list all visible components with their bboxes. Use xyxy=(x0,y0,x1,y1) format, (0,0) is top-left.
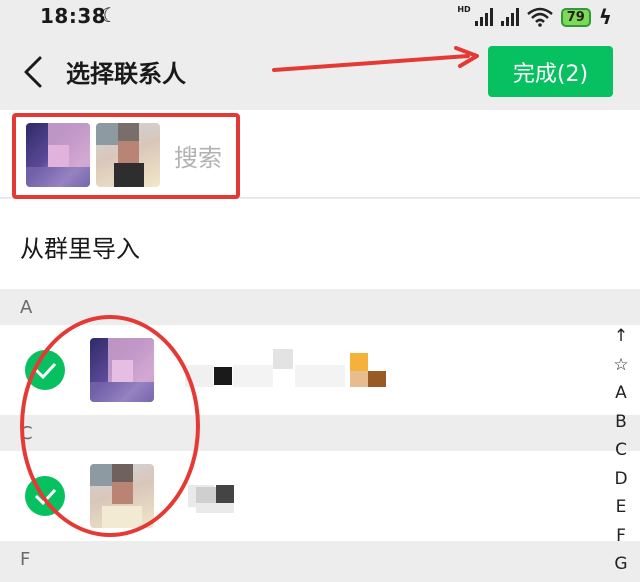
annotation-circle xyxy=(20,315,200,537)
back-icon[interactable] xyxy=(20,54,48,90)
battery-level: 79 xyxy=(566,9,585,25)
annotation-box xyxy=(12,113,240,199)
signal-icon xyxy=(474,8,493,26)
wifi-icon xyxy=(526,7,553,27)
signal-icon-2 xyxy=(500,8,519,26)
section-label: F xyxy=(20,549,31,570)
page-title: 选择联系人 xyxy=(66,60,186,88)
index-g[interactable]: G xyxy=(606,554,636,582)
index-top-icon[interactable]: ↑ xyxy=(606,326,636,355)
status-time: 18:38 xyxy=(40,4,107,28)
battery-icon: 79 xyxy=(560,7,591,27)
annotation-arrow xyxy=(272,46,479,72)
index-e[interactable]: E xyxy=(606,497,636,526)
index-star-icon[interactable]: ☆ xyxy=(606,355,636,384)
alphabet-index[interactable]: ↑ ☆ A B C D E F G xyxy=(606,326,636,582)
nav-bar: 选择联系人 完成(2) xyxy=(0,34,640,110)
status-icons: HD 79 ϟ xyxy=(457,4,612,30)
import-from-group[interactable]: 从群里导入 xyxy=(0,199,640,289)
charging-icon: ϟ xyxy=(598,5,612,29)
index-a[interactable]: A xyxy=(606,383,636,412)
done-button[interactable]: 完成(2) xyxy=(488,46,613,97)
moon-icon: ☾ xyxy=(100,3,118,27)
section-header-f: F xyxy=(0,541,640,582)
status-bar: 18:38 ☾ HD 79 ϟ xyxy=(0,0,640,34)
index-b[interactable]: B xyxy=(606,412,636,441)
index-f[interactable]: F xyxy=(606,526,636,555)
index-c[interactable]: C xyxy=(606,440,636,469)
index-d[interactable]: D xyxy=(606,469,636,498)
hd-label: HD xyxy=(457,4,471,14)
import-label: 从群里导入 xyxy=(20,235,140,263)
section-label: A xyxy=(20,297,33,318)
